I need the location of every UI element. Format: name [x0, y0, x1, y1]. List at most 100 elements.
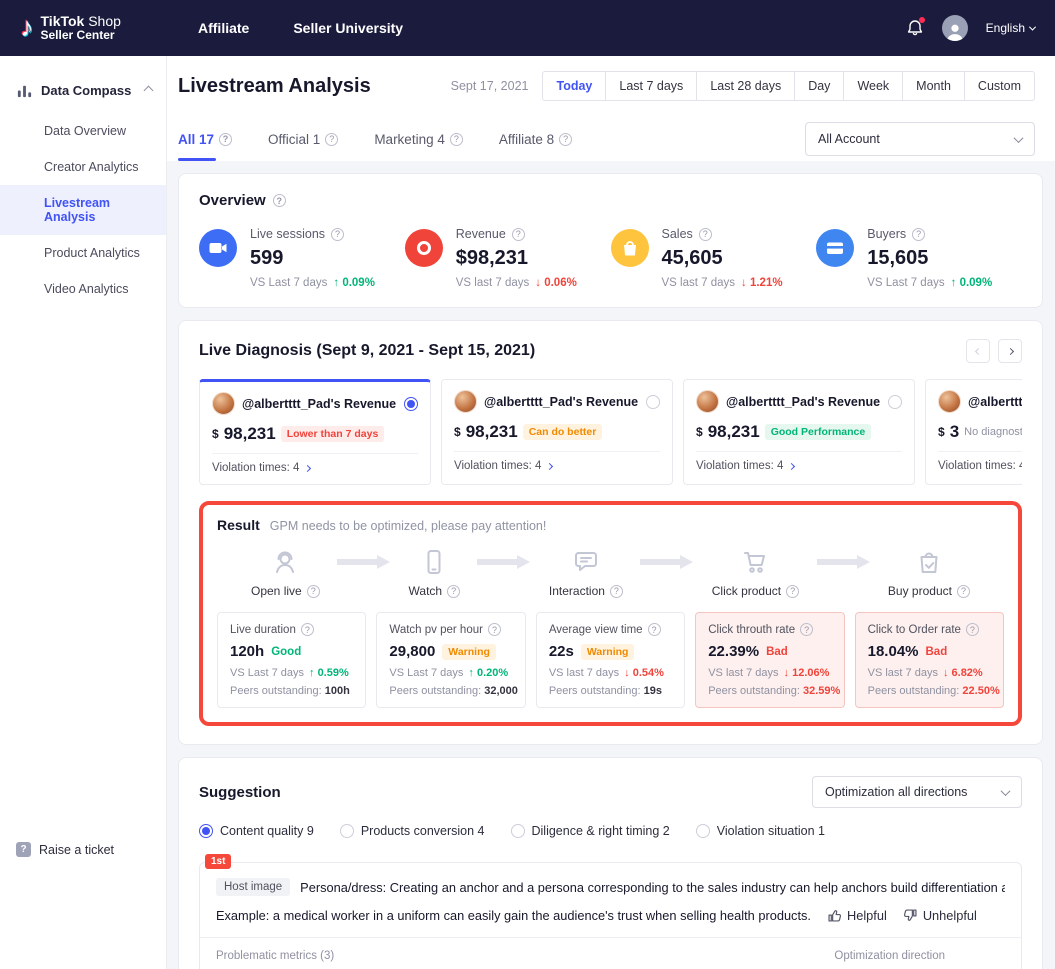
tiktok-shop-logo[interactable]: ♪ TikTok Shop Seller Center [20, 14, 170, 43]
chevron-right-icon [546, 462, 553, 469]
help-icon[interactable] [512, 228, 525, 241]
unhelpful-button[interactable]: Unhelpful [903, 908, 977, 923]
funnel-step-watch: Watch [409, 547, 461, 598]
help-icon[interactable] [957, 585, 970, 598]
overview-card: Overview Live sessions 599 VS Last 7 day… [178, 173, 1043, 308]
notification-bell-icon[interactable] [906, 19, 924, 37]
tab-affiliate[interactable]: Affiliate 8 [499, 117, 572, 161]
overview-title: Overview [199, 192, 266, 209]
violation-link[interactable]: Violation times: 4 [938, 451, 1022, 472]
tab-marketing[interactable]: Marketing 4 [374, 117, 463, 161]
violation-link[interactable]: Violation times: 4 [212, 453, 418, 474]
carousel-next-button[interactable] [998, 339, 1022, 363]
radio-button [199, 824, 213, 838]
carousel-prev-button[interactable] [966, 339, 990, 363]
violation-link[interactable]: Violation times: 4 [454, 451, 660, 472]
helpful-button[interactable]: Helpful [827, 908, 887, 923]
flow-arrow-icon [477, 554, 531, 570]
radio-button [511, 824, 525, 838]
range-last-28-days-button[interactable]: Last 28 days [696, 71, 795, 101]
radio-button[interactable] [646, 395, 660, 409]
filter-content-quality[interactable]: Content quality 9 [199, 824, 314, 838]
help-icon[interactable] [301, 623, 314, 636]
chevron-down-icon [1029, 23, 1036, 30]
metric-value: 15,605 [867, 247, 992, 270]
click-product-icon [740, 547, 770, 577]
diagnosis-card-item[interactable]: @albertttt_Pad's Revenue $ 98,231 Can do… [441, 379, 673, 485]
help-icon[interactable] [331, 228, 344, 241]
help-icon[interactable] [610, 585, 623, 598]
range-day-button[interactable]: Day [794, 71, 844, 101]
help-icon[interactable] [786, 585, 799, 598]
creator-avatar [454, 390, 477, 413]
nav-seller-university[interactable]: Seller University [293, 20, 403, 36]
result-section: Result GPM needs to be optimized, please… [199, 501, 1022, 726]
nav-affiliate[interactable]: Affiliate [198, 20, 249, 36]
optimization-direction-label: Optimization direction [834, 950, 945, 962]
help-icon[interactable] [447, 585, 460, 598]
range-last-7-days-button[interactable]: Last 7 days [605, 71, 697, 101]
radio-button[interactable] [404, 397, 418, 411]
metric-live-sessions: Live sessions 599 VS Last 7 days0.09% [199, 227, 405, 289]
radio-button [340, 824, 354, 838]
help-icon[interactable] [648, 623, 661, 636]
notification-dot [919, 17, 925, 23]
diagnosis-card-item[interactable]: @albertttt_Pad's Revenue $ 3 No diagnost… [925, 379, 1022, 485]
funnel-step-open-live: Open live [251, 547, 320, 598]
help-icon[interactable] [450, 133, 463, 146]
live-sessions-icon [199, 229, 237, 267]
sidebar-section-label: Data Compass [41, 83, 131, 98]
user-avatar[interactable] [942, 15, 968, 41]
result-metric-click-through: Click throuth rate 22.39%Bad VS last 7 d… [695, 612, 844, 708]
sidebar-item-livestream-analysis[interactable]: Livestream Analysis [0, 185, 166, 235]
help-icon[interactable] [219, 133, 232, 146]
status-badge: Bad [926, 646, 948, 658]
range-today-button[interactable]: Today [542, 71, 606, 101]
range-month-button[interactable]: Month [902, 71, 965, 101]
metric-buyers: Buyers 15,605 VS Last 7 days0.09% [816, 227, 1022, 289]
help-icon[interactable] [966, 623, 979, 636]
raise-ticket-button[interactable]: Raise a ticket [0, 832, 166, 867]
creator-avatar [938, 390, 961, 413]
range-week-button[interactable]: Week [843, 71, 903, 101]
filter-diligence-timing[interactable]: Diligence & right timing 2 [511, 824, 670, 838]
diagnosis-title: Live Diagnosis (Sept 9, 2021 - Sept 15, … [199, 342, 535, 360]
help-icon[interactable] [699, 228, 712, 241]
tab-all[interactable]: All 17 [178, 117, 232, 161]
range-custom-button[interactable]: Custom [964, 71, 1035, 101]
help-icon[interactable] [325, 133, 338, 146]
help-icon[interactable] [488, 623, 501, 636]
suggestion-filters: Content quality 9 Products conversion 4 … [199, 824, 1022, 838]
language-selector[interactable]: English [986, 21, 1035, 35]
diagnosis-card-item[interactable]: @albertttt_Pad's Revenue $ 98,231 Good P… [683, 379, 915, 485]
sidebar-item-data-overview[interactable]: Data Overview [0, 113, 166, 149]
optimization-filter-select[interactable]: Optimization all directions [812, 776, 1022, 808]
flow-arrow-icon [337, 554, 391, 570]
interaction-icon [571, 547, 601, 577]
radio-button[interactable] [888, 395, 902, 409]
sidebar-item-creator-analytics[interactable]: Creator Analytics [0, 149, 166, 185]
delta-badge: 0.09% [951, 277, 993, 289]
sidebar-item-video-analytics[interactable]: Video Analytics [0, 271, 166, 307]
account-filter-select[interactable]: All Account [805, 122, 1035, 156]
livestream-funnel: Open live Watch Interaction [217, 533, 1004, 608]
sidebar-item-product-analytics[interactable]: Product Analytics [0, 235, 166, 271]
chevron-down-icon [1014, 133, 1024, 143]
metric-value: $98,231 [456, 247, 577, 270]
tiktok-note-icon: ♪ [20, 14, 34, 41]
violation-link[interactable]: Violation times: 4 [696, 451, 902, 472]
tab-official[interactable]: Official 1 [268, 117, 338, 161]
sidebar-section-data-compass[interactable]: Data Compass [0, 74, 166, 113]
help-icon[interactable] [273, 194, 286, 207]
help-icon[interactable] [559, 133, 572, 146]
diagnosis-card-item[interactable]: @albertttt_Pad's Revenue $ 98,231 Lower … [199, 379, 431, 485]
funnel-step-interaction: Interaction [549, 547, 623, 598]
help-icon[interactable] [912, 228, 925, 241]
suggestion-example: Example: a medical worker in a uniform c… [216, 908, 811, 923]
help-icon[interactable] [800, 623, 813, 636]
chevron-right-icon [788, 462, 795, 469]
filter-products-conversion[interactable]: Products conversion 4 [340, 824, 485, 838]
funnel-step-click-product: Click product [712, 547, 799, 598]
help-icon[interactable] [307, 585, 320, 598]
filter-violation-situation[interactable]: Violation situation 1 [696, 824, 825, 838]
